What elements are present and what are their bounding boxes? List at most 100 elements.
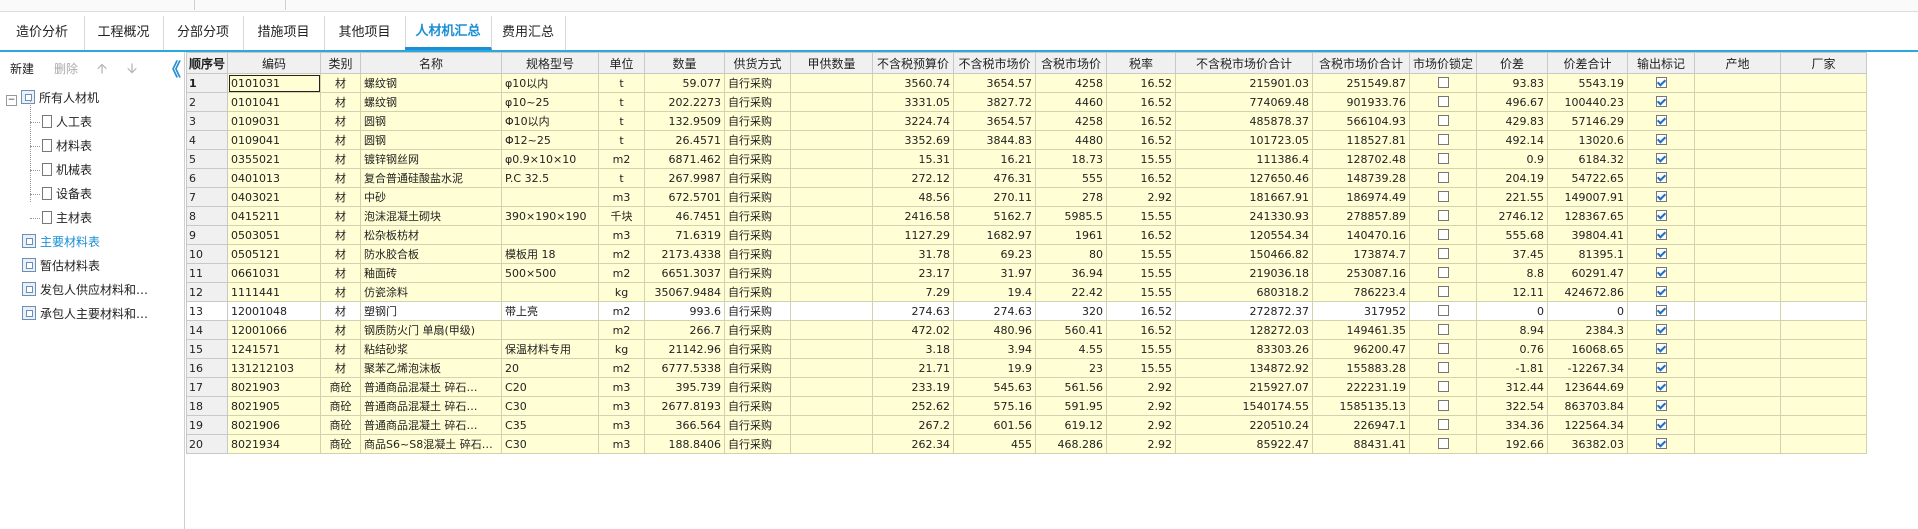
- table-row[interactable]: 1 0101031 材螺纹钢 φ10以内 t 59.077 自行采购 3560.74 3654.…: [185, 73, 1868, 93]
- cell-category[interactable]: 材: [320, 149, 362, 169]
- cell-diff-total[interactable]: 6184.32: [1547, 149, 1629, 169]
- cell-qty[interactable]: 2173.4338: [644, 244, 726, 264]
- col-employer-qty-header[interactable]: 甲供数量: [790, 52, 874, 74]
- cell-origin[interactable]: [1694, 396, 1782, 416]
- cell-unit[interactable]: m2: [598, 358, 646, 378]
- cell-market-price-tax[interactable]: 23: [1035, 358, 1108, 378]
- price-lock-checkbox[interactable]: [1437, 304, 1449, 316]
- cell-diff-total[interactable]: 13020.6: [1547, 130, 1629, 150]
- table-row[interactable]: 13 12001048 材塑钢门 带上亮 m2 993.6 自行采购 274.63 274.63…: [185, 301, 1868, 321]
- price-lock-checkbox[interactable]: [1437, 361, 1449, 373]
- table-row[interactable]: 12 1111441 材仿瓷涂料 kg 35067.9484 自行采购 7.29 19.4 22…: [185, 282, 1868, 302]
- table-row[interactable]: 19 8021906 商砼 普通商品混凝土 碎石… C35 m3 366.564 自行采购 26…: [185, 415, 1868, 435]
- cell-code[interactable]: 0101041: [227, 92, 322, 112]
- cell-tax-rate[interactable]: 16.52: [1106, 73, 1177, 93]
- cell-price-diff[interactable]: 334.36: [1476, 415, 1549, 435]
- col-code-header[interactable]: 编码: [227, 52, 322, 74]
- cell-market-total-tax[interactable]: 96200.47: [1312, 339, 1411, 359]
- col-seq-header[interactable]: 顺序号: [185, 52, 229, 74]
- cell-market-total-tax[interactable]: 149461.35: [1312, 320, 1411, 340]
- cell-diff-total[interactable]: 81395.1: [1547, 244, 1629, 264]
- cell-unit[interactable]: m2: [598, 149, 646, 169]
- cell-origin[interactable]: [1694, 377, 1782, 397]
- cell-market-total[interactable]: 181667.91: [1175, 187, 1314, 207]
- cell-name[interactable]: 泡沫混凝土砌块: [360, 206, 503, 226]
- cell-supply[interactable]: 自行采购: [724, 187, 792, 207]
- cell-spec[interactable]: 20: [501, 358, 600, 378]
- cell-market-price[interactable]: 19.9: [953, 358, 1037, 378]
- col-diff-total-header[interactable]: 价差合计: [1547, 52, 1629, 74]
- cell-employer-qty[interactable]: [790, 244, 874, 264]
- cell-diff-total[interactable]: 128367.65: [1547, 206, 1629, 226]
- cell-market-price-tax[interactable]: 1961: [1035, 225, 1108, 245]
- cell-qty[interactable]: 188.8406: [644, 434, 726, 454]
- cell-budget-price[interactable]: 2416.58: [872, 206, 955, 226]
- table-row[interactable]: 14 12001066 材钢质防火门 单扇(甲级) m2 266.7 自行采购 472.02…: [185, 320, 1868, 340]
- cell-spec[interactable]: 模板用 18: [501, 244, 600, 264]
- cell-market-total[interactable]: 272872.37: [1175, 301, 1314, 321]
- cell-origin[interactable]: [1694, 244, 1782, 264]
- cell-market-price[interactable]: 31.97: [953, 263, 1037, 283]
- col-market-total-header[interactable]: 不含税市场价合计: [1175, 52, 1314, 74]
- cell-market-total[interactable]: 485878.37: [1175, 111, 1314, 131]
- cell-diff-total[interactable]: 149007.91: [1547, 187, 1629, 207]
- tree-node-employer-supplied[interactable]: 发包人供应材料和…: [22, 280, 148, 300]
- cell-spec[interactable]: [501, 225, 600, 245]
- cell-code[interactable]: 0109031: [227, 111, 322, 131]
- cell-category[interactable]: 商砼: [320, 377, 362, 397]
- cell-unit[interactable]: t: [598, 130, 646, 150]
- cell-market-price[interactable]: 545.63: [953, 377, 1037, 397]
- cell-market-price[interactable]: 480.96: [953, 320, 1037, 340]
- cell-tax-rate[interactable]: 16.52: [1106, 225, 1177, 245]
- cell-origin[interactable]: [1694, 301, 1782, 321]
- cell-category[interactable]: 材: [320, 301, 362, 321]
- cell-market-total-tax[interactable]: 186974.49: [1312, 187, 1411, 207]
- cell-origin[interactable]: [1694, 130, 1782, 150]
- output-mark-checkbox[interactable]: [1655, 133, 1667, 145]
- cell-market-price-tax[interactable]: 560.41: [1035, 320, 1108, 340]
- table-row[interactable]: 7 0403021 材中砂 m3 672.5701 自行采购 48.56 270.11 278 2…: [185, 187, 1868, 207]
- cell-qty[interactable]: 366.564: [644, 415, 726, 435]
- cell-budget-price[interactable]: 472.02: [872, 320, 955, 340]
- cell-unit[interactable]: m3: [598, 225, 646, 245]
- cell-supply[interactable]: 自行采购: [724, 434, 792, 454]
- tree-node-materials[interactable]: 材料表: [42, 136, 92, 156]
- cell-origin[interactable]: [1694, 434, 1782, 454]
- price-lock-checkbox[interactable]: [1437, 76, 1449, 88]
- cell-code[interactable]: 1241571: [227, 339, 322, 359]
- cell-market-price-tax[interactable]: 320: [1035, 301, 1108, 321]
- cell-spec[interactable]: 500×500: [501, 263, 600, 283]
- cell-market-price-tax[interactable]: 36.94: [1035, 263, 1108, 283]
- cell-diff-total[interactable]: 16068.65: [1547, 339, 1629, 359]
- cell-qty[interactable]: 26.4571: [644, 130, 726, 150]
- cell-code[interactable]: 0415211: [227, 206, 322, 226]
- cell-seq[interactable]: 1: [185, 73, 229, 93]
- table-row[interactable]: 17 8021903 商砼 普通商品混凝土 碎石… C20 m3 395.739 自行采购 23…: [185, 377, 1868, 397]
- cell-unit[interactable]: m2: [598, 263, 646, 283]
- output-mark-checkbox[interactable]: [1655, 437, 1667, 449]
- output-mark-checkbox[interactable]: [1655, 247, 1667, 259]
- cell-code[interactable]: 0355021: [227, 149, 322, 169]
- cell-seq[interactable]: 17: [185, 377, 229, 397]
- cell-supply[interactable]: 自行采购: [724, 73, 792, 93]
- cell-unit[interactable]: t: [598, 73, 646, 93]
- cell-category[interactable]: 材: [320, 225, 362, 245]
- cell-employer-qty[interactable]: [790, 263, 874, 283]
- output-mark-checkbox[interactable]: [1655, 342, 1667, 354]
- cell-name[interactable]: 仿瓷涂料: [360, 282, 503, 302]
- cell-manufacturer[interactable]: [1780, 282, 1868, 302]
- cell-manufacturer[interactable]: [1780, 92, 1868, 112]
- cell-seq[interactable]: 7: [185, 187, 229, 207]
- cell-supply[interactable]: 自行采购: [724, 263, 792, 283]
- col-manufacturer-header[interactable]: 厂家: [1780, 52, 1868, 74]
- table-row[interactable]: 8 0415211 材泡沫混凝土砌块 390×190×190 千块 46.7451 自行采购…: [185, 206, 1868, 226]
- cell-price-diff[interactable]: 2746.12: [1476, 206, 1549, 226]
- price-lock-checkbox[interactable]: [1437, 152, 1449, 164]
- cell-employer-qty[interactable]: [790, 206, 874, 226]
- cell-budget-price[interactable]: 3560.74: [872, 73, 955, 93]
- col-supply-header[interactable]: 供货方式: [724, 52, 792, 74]
- cell-tax-rate[interactable]: 2.92: [1106, 434, 1177, 454]
- cell-qty[interactable]: 993.6: [644, 301, 726, 321]
- cell-budget-price[interactable]: 272.12: [872, 168, 955, 188]
- cell-market-total[interactable]: 680318.2: [1175, 282, 1314, 302]
